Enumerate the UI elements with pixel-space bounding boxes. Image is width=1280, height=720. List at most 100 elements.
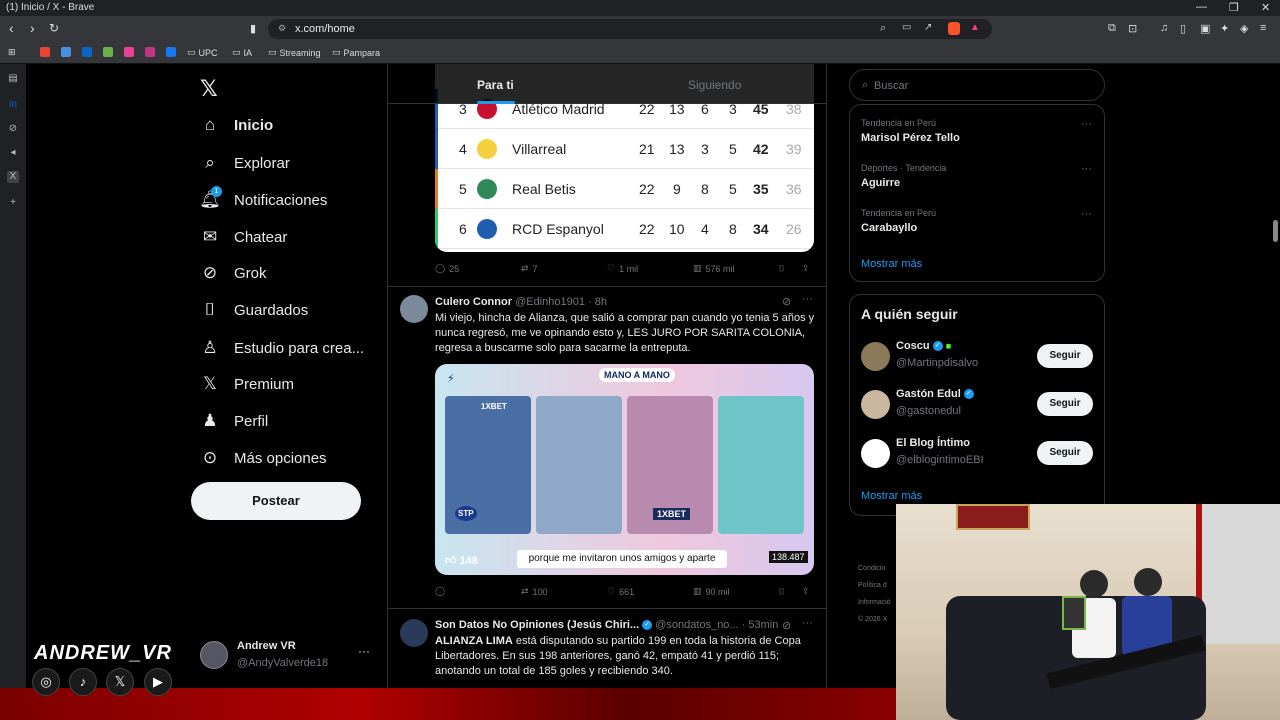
share-icon[interactable]: ↗: [924, 22, 932, 33]
minimize-icon[interactable]: —: [1196, 1, 1207, 13]
author-handle[interactable]: @Edinho1901 · 8h: [515, 296, 607, 308]
grok-icon[interactable]: ⊘: [782, 619, 791, 632]
address-bar[interactable]: ⚙ x.com/home ⌕ ▭ ↗ ▲: [268, 19, 992, 39]
avatar[interactable]: [400, 619, 428, 647]
reply-button[interactable]: ◯ 25: [435, 263, 459, 274]
bookmark-button[interactable]: ⌷: [779, 263, 784, 274]
repost-button[interactable]: ⇄ 7: [521, 263, 538, 274]
footer-link[interactable]: Informació: [858, 594, 898, 611]
brave-rewards-icon[interactable]: ▲: [970, 22, 980, 33]
views-button[interactable]: ▥ 90 mil: [693, 586, 730, 597]
views-button[interactable]: ▥ 576 mil: [693, 263, 735, 274]
cast-icon[interactable]: ▭: [902, 22, 911, 33]
brave-shields-icon[interactable]: [948, 22, 960, 35]
nav-item-explorar[interactable]: ⌕ Explorar: [200, 153, 290, 173]
author-handle[interactable]: @sondatos_no... · 53min: [655, 619, 778, 631]
show-more-link[interactable]: Mostrar más: [861, 490, 922, 502]
speaker-icon[interactable]: ◂: [7, 147, 19, 159]
linkedin-icon[interactable]: in: [7, 99, 19, 111]
author-name[interactable]: Son Datos No Opiniones (Jesús Chiri...: [435, 619, 639, 631]
bookmark-instagram[interactable]: [145, 47, 155, 57]
trend-item[interactable]: Tendencia en Perú Carabayllo: [861, 208, 936, 234]
share-button[interactable]: ⇪: [802, 263, 810, 274]
bookmark-page-icon[interactable]: ▮: [250, 22, 256, 35]
nav-item-chatear[interactable]: ✉ Chatear: [200, 227, 288, 247]
bookmark-linkedin[interactable]: [82, 47, 92, 57]
apps-icon[interactable]: ⊞: [8, 47, 16, 58]
follow-button[interactable]: Seguir: [1037, 392, 1093, 416]
nav-item-guardados[interactable]: ⌷ Guardados: [200, 300, 308, 320]
nav-item-premium[interactable]: 𝕏 Premium: [200, 374, 294, 394]
bookmark-button[interactable]: ⌷: [779, 586, 784, 597]
reading-list-icon[interactable]: ▤: [7, 73, 19, 85]
trend-item[interactable]: Tendencia en Perú Marisol Pérez Tello: [861, 118, 960, 144]
bookmark-gmail[interactable]: [40, 47, 50, 57]
close-icon[interactable]: ✕: [1261, 1, 1270, 14]
show-more-link[interactable]: Mostrar más: [861, 258, 922, 270]
reply-button[interactable]: ◯: [435, 586, 449, 597]
mute-icon[interactable]: ⊘: [7, 123, 19, 135]
more-icon[interactable]: ···: [1081, 163, 1092, 175]
post-button[interactable]: Postear: [191, 482, 361, 520]
grok-icon[interactable]: ⊘: [782, 295, 791, 308]
avatar[interactable]: [400, 295, 428, 323]
like-button[interactable]: ♡ 661: [607, 586, 634, 597]
nav-item-inicio[interactable]: ⌂ Inicio: [200, 115, 273, 135]
add-icon[interactable]: +: [7, 197, 19, 209]
trends-panel: Tendencia en Perú Marisol Pérez Tello ···…: [849, 104, 1105, 282]
bookmark-c[interactable]: [124, 47, 134, 57]
wallet-icon[interactable]: ▣: [1200, 22, 1210, 35]
tab-siguiendo[interactable]: Siguiendo: [688, 78, 741, 92]
account-switcher[interactable]: Andrew VR @AndyValverde18 ···: [200, 638, 380, 678]
bookmark-facebook[interactable]: [166, 47, 176, 57]
more-icon[interactable]: ···: [802, 293, 813, 305]
share-button[interactable]: ⇪: [802, 586, 810, 597]
back-icon[interactable]: ‹: [9, 20, 14, 36]
like-button[interactable]: ♡ 1 mil: [607, 263, 638, 274]
trend-item[interactable]: Deportes · Tendencia Aguirre: [861, 163, 946, 189]
bookmark-folder-pampara[interactable]: ▭ Pampara: [332, 47, 380, 58]
reload-icon[interactable]: ↻: [49, 21, 59, 35]
sidebar-toggle-icon[interactable]: ▯: [1180, 22, 1186, 35]
bookmark-a[interactable]: [61, 47, 71, 57]
forward-icon[interactable]: ›: [30, 20, 35, 36]
search-input[interactable]: ⌕ Buscar: [849, 69, 1105, 101]
nav-item-perfil[interactable]: ♟ Perfil: [200, 411, 268, 431]
menu-icon[interactable]: ≡: [1260, 22, 1266, 34]
author-name[interactable]: Culero Connor: [435, 296, 512, 308]
more-icon[interactable]: ···: [358, 644, 370, 658]
extensions-icon[interactable]: ⧉: [1108, 22, 1116, 35]
vpn-icon[interactable]: ◈: [1240, 22, 1248, 35]
zoom-icon[interactable]: ⌕: [880, 22, 886, 35]
footer-link[interactable]: Condicio: [858, 560, 898, 577]
nav-item-grok[interactable]: ⊘ Grok: [200, 263, 267, 283]
more-icon[interactable]: ···: [802, 617, 813, 629]
follow-suggestion[interactable]: El Blog Íntimo @elblogintimoEBI Seguir: [861, 437, 1095, 473]
nav-item-notificaciones[interactable]: 🔔︎ 1 Notificaciones: [199, 186, 327, 210]
bookmark-folder-upc[interactable]: ▭ UPC: [187, 47, 218, 58]
scroll-thumb[interactable]: [1273, 220, 1278, 242]
follow-button[interactable]: Seguir: [1037, 344, 1093, 368]
follow-suggestion[interactable]: Coscu ✓ ■ @Martinpdisalvo Seguir: [861, 340, 1095, 376]
bookmark-folder-ia[interactable]: ▭ IA: [232, 47, 252, 58]
more-icon[interactable]: ···: [1081, 208, 1092, 220]
tab-para-ti[interactable]: Para ti: [477, 78, 514, 92]
nav-item-estudio[interactable]: ♙ Estudio para crea...: [200, 338, 364, 358]
x-icon[interactable]: X: [7, 171, 19, 183]
nav-item-mas-opciones[interactable]: ⊙ Más opciones: [200, 448, 327, 468]
search-placeholder: Buscar: [874, 80, 909, 92]
restore-icon[interactable]: ❐: [1229, 1, 1239, 14]
follow-button[interactable]: Seguir: [1037, 441, 1093, 465]
repost-button[interactable]: ⇄ 100: [521, 586, 548, 597]
leo-icon[interactable]: ✦: [1220, 22, 1229, 35]
footer-link[interactable]: Política d: [858, 577, 898, 594]
screenshot-icon[interactable]: ⊡: [1128, 22, 1137, 35]
bookmark-folder-streaming[interactable]: ▭ Streaming: [268, 47, 321, 58]
bookmark-b[interactable]: [103, 47, 113, 57]
media-icon[interactable]: ♫: [1160, 22, 1168, 34]
tweet-video[interactable]: ⚡ MANO A MANO 1XBET STP 1XBET 👍︎ 148 por…: [435, 364, 814, 575]
x-logo-icon[interactable]: 𝕏: [200, 76, 218, 102]
follow-suggestion[interactable]: Gastón Edul ✓ @gastonedul Seguir: [861, 388, 1095, 424]
site-info-icon[interactable]: ⚙: [278, 23, 286, 34]
more-icon[interactable]: ···: [1081, 118, 1092, 130]
